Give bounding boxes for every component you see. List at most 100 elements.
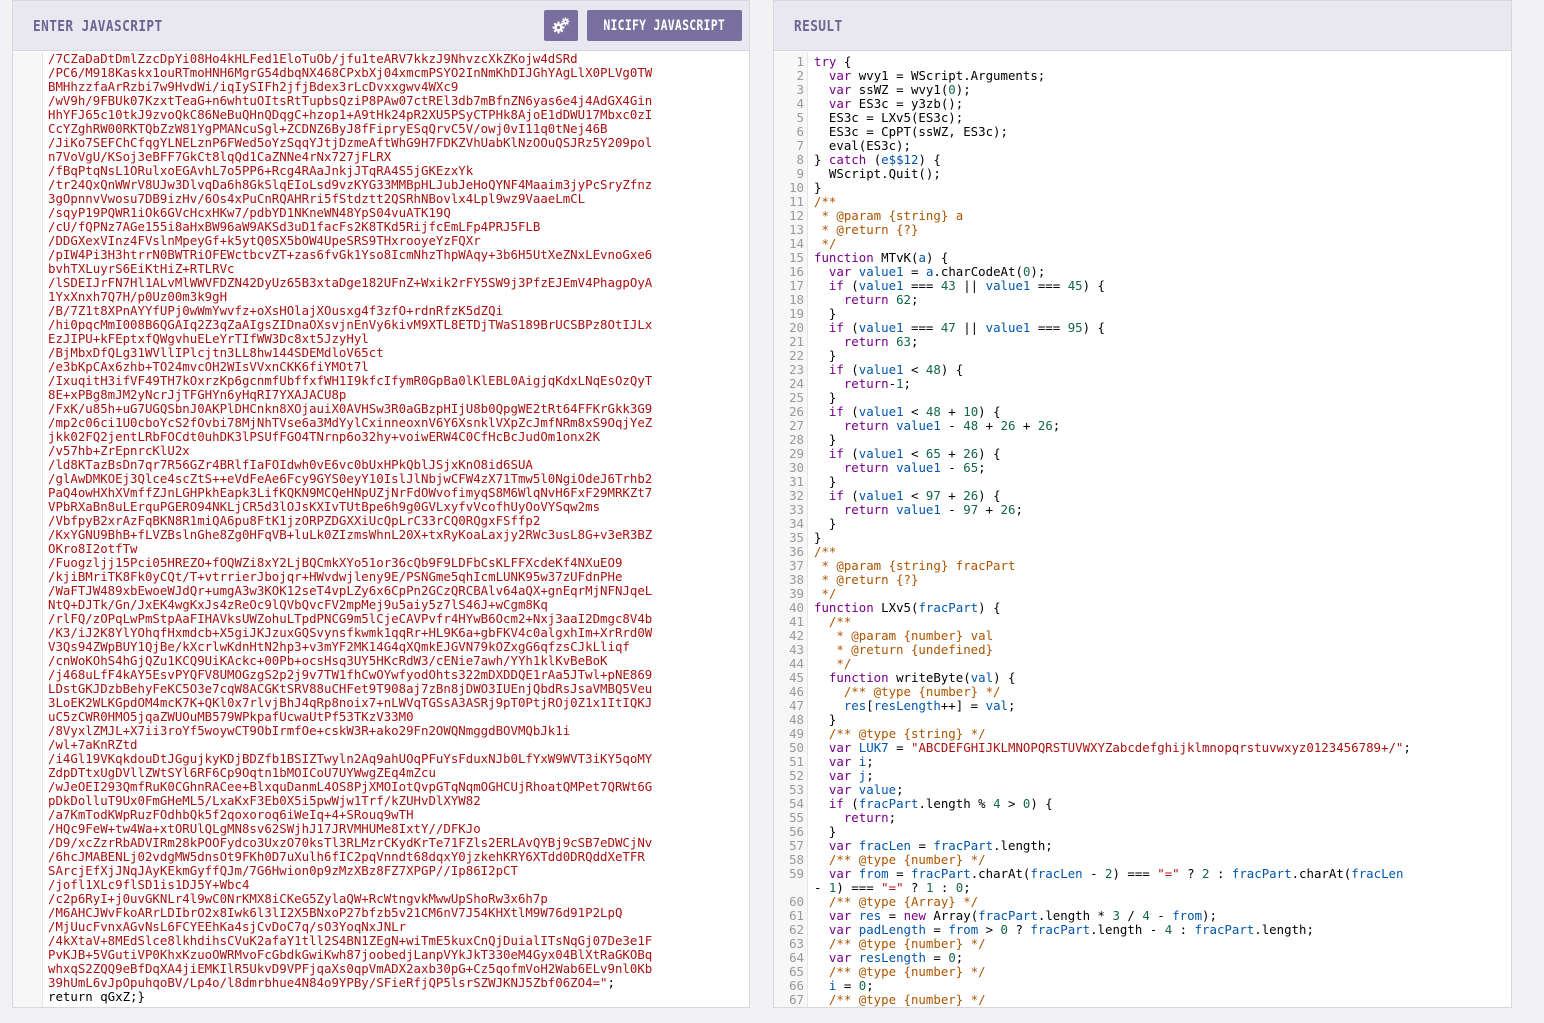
code-input-text[interactable]: /7CZaDaDtDmlZzcDpYi08Ho4kHLFed1EloTuOb/j…	[48, 52, 743, 1004]
line-code: var padLength = from > 0 ? fracPart.leng…	[828, 922, 1314, 937]
line-number: 60	[774, 895, 806, 909]
line-code: function MTvK(a) {	[814, 250, 949, 265]
input-code-line: /HQc9FeW+tw4Wa+xtORUlQLgMN8sv62SWjhJ17JR…	[48, 821, 481, 836]
input-code-line: /WaFTJW489xbEwoeWJdQr+umgA3w3KOK12seT4vp…	[48, 583, 653, 598]
input-code-line: 8E+xPBg8mJM2yNcrJjTFGHYn6yHqRI7YXAJACU8p	[48, 387, 347, 402]
nicify-button[interactable]: NICIFY JAVASCRIPT	[587, 10, 742, 41]
line-code: if (fracPart.length % 4 > 0) {	[828, 796, 1053, 811]
output-code-line: 29 if (value1 < 65 + 26) {	[774, 447, 1511, 461]
line-number: 29	[774, 447, 806, 461]
nicify-button-label: NICIFY JAVASCRIPT	[603, 17, 726, 34]
line-code: var fracLen = fracPart.length;	[828, 838, 1053, 853]
line-number: 5	[774, 111, 806, 125]
line-code: }	[814, 516, 837, 531]
input-code-line: /K3/iJ2K8YlYOhqfHxmdcb+X5giJKJzuxGQSvyns…	[48, 625, 653, 640]
output-code-line: 27 return value1 - 48 + 26 + 26;	[774, 419, 1511, 433]
line-number	[774, 881, 806, 895]
output-code-line: 23 if (value1 < 48) {	[774, 363, 1511, 377]
input-code-line: return qGxZ;}	[48, 989, 145, 1004]
line-number: 33	[774, 503, 806, 517]
output-code-line: 36 /**	[774, 545, 1511, 559]
result-panel: RESULT 1 try {2 var wvy1 = WScript.Argume…	[773, 0, 1512, 1008]
input-panel-title: ENTER JAVASCRIPT	[33, 17, 163, 35]
line-number: 67	[774, 993, 806, 1007]
input-code-line: HhYFJ65c10tkJ9zvoQkC86NeBuQHnQDqgC+hzop1…	[48, 107, 653, 122]
input-code-line: /a7KmTodKWpRuzFOdhbQk5f2qoxoroq6iWeIq+4+…	[48, 807, 414, 822]
input-code-line: /v57hb+ZrEpnrcKlU2x	[48, 443, 190, 458]
output-code-line: 39 */	[774, 587, 1511, 601]
input-code-line: NtQ+DJTk/Gn/JxEK4wgKxJs4zReOc9lQVbQvcFV2…	[48, 597, 548, 612]
line-number: 32	[774, 489, 806, 503]
code-output-editor[interactable]: 1 try {2 var wvy1 = WScript.Arguments; 3 v…	[774, 52, 1511, 1007]
line-number: 6	[774, 125, 806, 139]
output-code-line: 38 * @return {?}	[774, 573, 1511, 587]
input-code-line: /jofl1XLc9flSD1is1DJ5Y+Wbc4	[48, 877, 250, 892]
line-number: 28	[774, 433, 806, 447]
line-number: 34	[774, 517, 806, 531]
input-code-line: /j468uLfF4kAY5EsvPYQFV8UMOGzgS2p2j9v7TW1…	[48, 667, 653, 682]
output-code-line: 33 return value1 - 97 + 26;	[774, 503, 1511, 517]
input-code-line: /tr24QxQnWWrV8UJw3DlvqDa6h8GkSlqEIoLsd9v…	[48, 177, 653, 192]
line-number: 10	[774, 181, 806, 195]
input-code-line: /kjiBMriTK8Fk0yCQt/T+vtrrierJbojqr+HWvdw…	[48, 569, 623, 584]
line-code: - 1) === "=" ? 1 : 0;	[814, 880, 971, 895]
input-code-line: /7CZaDaDtDmlZzcDpYi08Ho4kHLFed1EloTuOb/j…	[48, 52, 578, 66]
line-number: 15	[774, 251, 806, 265]
line-code: i = 0;	[828, 978, 874, 993]
output-code-line: 61 var res = new Array(fracPart.length *…	[774, 909, 1511, 923]
line-number: 58	[774, 853, 806, 867]
line-code: return 63;	[843, 334, 919, 349]
line-number: 39	[774, 587, 806, 601]
output-code-line: 26 if (value1 < 48 + 10) {	[774, 405, 1511, 419]
input-code-line: /wV9h/9FBUk07KzxtTeaG+n6whtuOItsRtTupbsQ…	[48, 93, 653, 108]
line-code: } catch (e$$12) {	[814, 152, 941, 167]
line-code: if (value1 < 97 + 26) {	[828, 488, 1001, 503]
output-code-line: 15 function MTvK(a) {	[774, 251, 1511, 265]
line-number: 30	[774, 461, 806, 475]
line-code: if (value1 < 48 + 10) {	[828, 404, 1001, 419]
output-code-line: 47 res[resLength++] = val;	[774, 699, 1511, 713]
output-code-line: 46 /** @type {number} */	[774, 685, 1511, 699]
line-number: 52	[774, 769, 806, 783]
line-code: }	[814, 348, 837, 363]
output-code-line: 1 try {	[774, 55, 1511, 69]
settings-button[interactable]	[544, 10, 578, 41]
input-code-line: jkk02FQ2jentLRbFOCdt0uhDK3lPSUfFGO4TNrnp…	[48, 429, 601, 444]
input-code-line: /sqyP19PQWR1iOk6GVcHcxHKw7/pdbYD1NKneWN4…	[48, 205, 451, 220]
line-number: 2	[774, 69, 806, 83]
output-code-line: 11 /**	[774, 195, 1511, 209]
output-code-line: 12 * @param {string} a	[774, 209, 1511, 223]
line-number: 16	[774, 265, 806, 279]
line-number: 54	[774, 797, 806, 811]
output-code-line: 21 return 63;	[774, 335, 1511, 349]
input-code-line: EzJIPU+kFEptxfQWgvhuELeYrTIfWW3Dc8xt5Jzy…	[48, 331, 369, 346]
code-input-editor[interactable]: /7CZaDaDtDmlZzcDpYi08Ho4kHLFed1EloTuOb/j…	[13, 52, 749, 1007]
line-number: 63	[774, 937, 806, 951]
line-code: /** @type {number} */	[814, 936, 986, 951]
line-code: return value1 - 48 + 26 + 26;	[843, 418, 1061, 433]
output-code-line: 4 var ES3c = y3zb();	[774, 97, 1511, 111]
output-code-line: 55 return;	[774, 811, 1511, 825]
line-code: }	[814, 530, 822, 545]
input-code-line: /M6AHCJWvFkoARrLDIbrO2x8Iwk6l3lI2X5BNxoP…	[48, 905, 623, 920]
output-code-line: 65 /** @type {number} */	[774, 965, 1511, 979]
line-code: }	[814, 306, 837, 321]
input-code-line: whxqS2ZQQ9eBfDqXA4jiEMKIlR5UkvD9VPFjqaXs…	[48, 961, 653, 976]
input-code-line: n7VoVgU/KSoj3eBFF7GkCt8lqQd1CaZNNe4rNx72…	[48, 149, 392, 164]
line-number: 47	[774, 699, 806, 713]
input-code-line: /Fuogzljj15Pci05HREZO+fOQWZi8xY2LjBQCmkX…	[48, 555, 623, 570]
output-code-line: 64 var resLength = 0;	[774, 951, 1511, 965]
output-code-line: 45 function writeByte(val) {	[774, 671, 1511, 685]
line-code: var value1 = a.charCodeAt(0);	[828, 264, 1046, 279]
line-code: function LXv5(fracPart) {	[814, 600, 1001, 615]
input-code-line: CcYZghRW00RKTQbZzW81YgPMANcuSgl+ZCDNZ6By…	[48, 121, 608, 136]
line-code: /**	[814, 544, 837, 559]
output-code-line: 58 /** @type {number} */	[774, 853, 1511, 867]
input-code-line: PaQ4owHXhXVmffZJnLGHPkhEapk3LifKQKN9MCQe…	[48, 485, 653, 500]
line-number: 26	[774, 405, 806, 419]
line-code: return value1 - 97 + 26;	[843, 502, 1023, 517]
input-gutter	[13, 52, 43, 1007]
input-code-line: bvhTXLuyrS6EiKtHiZ+RTLRVc	[48, 261, 235, 276]
line-number: 35	[774, 531, 806, 545]
output-code-line: 8} catch (e$$12) {	[774, 153, 1511, 167]
